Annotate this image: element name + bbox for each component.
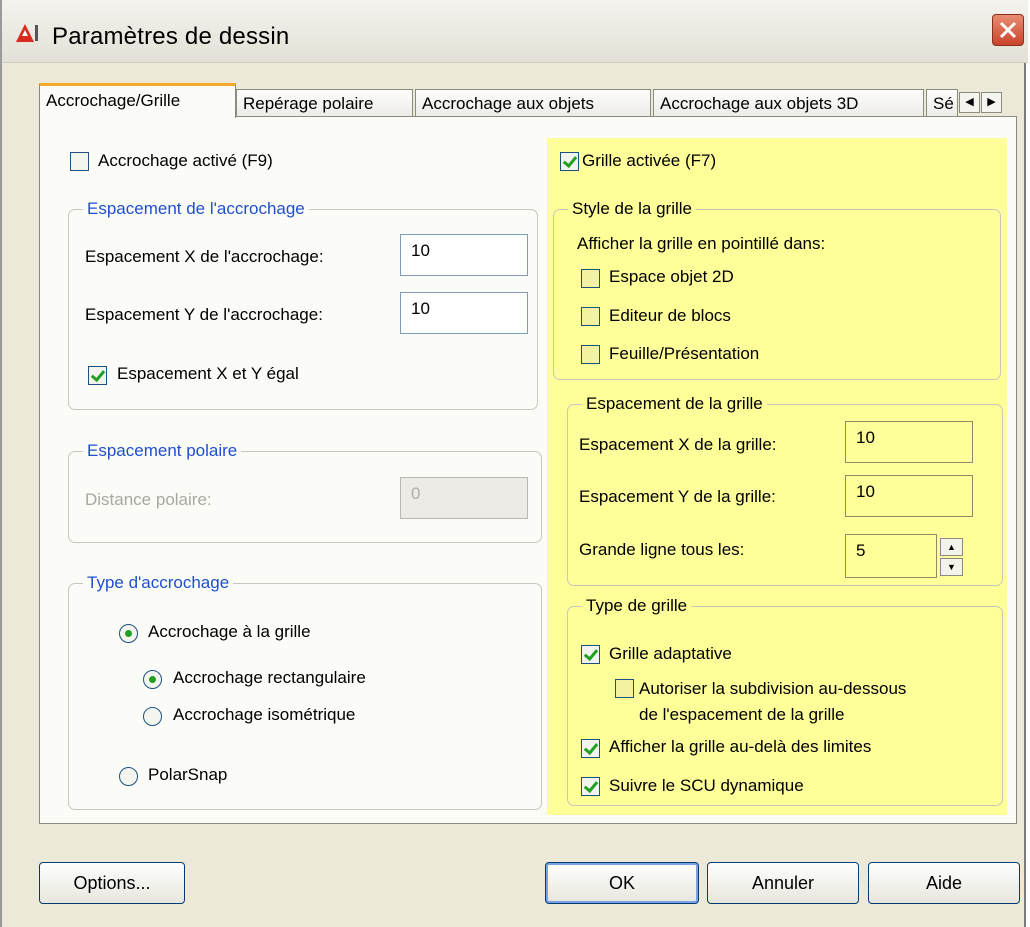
follow-dynamic-ucs-label: Suivre le SCU dynamique <box>609 776 804 795</box>
arrow-right-icon: ▶ <box>987 96 996 108</box>
tab-3d-object-snap[interactable]: Accrochage aux objets 3D <box>653 89 924 117</box>
isometric-snap-radio[interactable] <box>143 707 162 726</box>
ok-button[interactable]: OK <box>545 862 699 904</box>
major-line-label: Grande ligne tous les: <box>579 540 745 559</box>
allow-subdivision-label-line2: de l'espacement de la grille <box>639 705 845 724</box>
cancel-button[interactable]: Annuler <box>707 862 859 904</box>
allow-subdivision-label-line1: Autoriser la subdivision au-dessous <box>639 679 907 698</box>
polarsnap-radio[interactable] <box>119 767 138 786</box>
tab-snap-grid[interactable]: Accrochage/Grille <box>39 83 236 118</box>
grid-x-spacing-input[interactable]: 10 <box>845 421 973 463</box>
title-bar: Paramètres de dessin <box>2 0 1028 63</box>
dotted-2d-model-space-label: Espace objet 2D <box>609 267 734 286</box>
equal-xy-spacing-checkbox[interactable] <box>88 366 107 385</box>
follow-dynamic-ucs-checkbox[interactable] <box>581 777 600 796</box>
grid-type-group-title: Type de grille <box>582 596 692 616</box>
grid-enabled-label: Grille activée (F7) <box>582 151 717 170</box>
rectangular-snap-radio[interactable] <box>143 670 162 689</box>
arrow-left-icon: ◀ <box>965 96 974 108</box>
tab-scroll-left-button[interactable]: ◀ <box>959 92 980 113</box>
dotted-block-editor-checkbox[interactable] <box>581 307 600 326</box>
grid-style-caption: Afficher la grille en pointillé dans: <box>577 234 826 253</box>
display-beyond-limits-label: Afficher la grille au-delà des limites <box>609 737 872 756</box>
adaptive-grid-checkbox[interactable] <box>581 645 600 664</box>
rectangular-snap-label: Accrochage rectangulaire <box>173 668 366 687</box>
window-title: Paramètres de dessin <box>52 23 290 50</box>
close-button[interactable] <box>992 14 1024 46</box>
major-line-spinner[interactable]: ▲ ▼ <box>940 538 963 576</box>
polar-distance-label: Distance polaire: <box>85 490 212 509</box>
tab-polar-tracking[interactable]: Repérage polaire <box>236 89 413 117</box>
snap-x-label: Espacement X de l'accrochage: <box>85 247 324 266</box>
grid-spacing-group-title: Espacement de la grille <box>582 394 767 414</box>
equal-xy-spacing-label: Espacement X et Y égal <box>117 364 299 383</box>
isometric-snap-label: Accrochage isométrique <box>173 705 356 724</box>
snap-y-label: Espacement Y de l'accrochage: <box>85 305 323 324</box>
spin-up-icon[interactable]: ▲ <box>940 538 963 556</box>
options-button[interactable]: Options... <box>39 862 185 904</box>
polar-distance-input[interactable]: 0 <box>400 477 528 519</box>
help-button[interactable]: Aide <box>868 862 1020 904</box>
adaptive-grid-label: Grille adaptative <box>609 644 732 663</box>
grid-y-label: Espacement Y de la grille: <box>579 487 776 506</box>
snap-enabled-checkbox[interactable] <box>70 152 89 171</box>
snap-x-spacing-input[interactable]: 10 <box>400 234 528 276</box>
grid-style-group-title: Style de la grille <box>568 199 697 219</box>
polarsnap-label: PolarSnap <box>148 765 228 784</box>
spin-down-icon[interactable]: ▼ <box>940 558 963 576</box>
snap-spacing-group-title: Espacement de l'accrochage <box>83 199 309 219</box>
close-icon <box>999 21 1017 39</box>
dotted-sheet-layout-label: Feuille/Présentation <box>609 344 760 363</box>
snap-type-group-title: Type d'accrochage <box>83 573 234 593</box>
dotted-sheet-layout-checkbox[interactable] <box>581 345 600 364</box>
snap-enabled-label: Accrochage activé (F9) <box>98 151 273 170</box>
major-line-input[interactable]: 5 <box>845 534 937 578</box>
grid-y-spacing-input[interactable]: 10 <box>845 475 973 517</box>
tab-object-snap[interactable]: Accrochage aux objets <box>415 89 651 117</box>
grid-snap-label: Accrochage à la grille <box>148 622 311 641</box>
dotted-block-editor-label: Editeur de blocs <box>609 306 731 325</box>
allow-subdivision-checkbox[interactable] <box>615 679 634 698</box>
drawing-settings-dialog: Paramètres de dessin Accrochage/Grille R… <box>0 0 1028 927</box>
autocad-app-icon <box>16 24 38 42</box>
snap-y-spacing-input[interactable]: 10 <box>400 292 528 334</box>
tab-scroll-right-button[interactable]: ▶ <box>981 92 1002 113</box>
display-beyond-limits-checkbox[interactable] <box>581 739 600 758</box>
polar-spacing-group-title: Espacement polaire <box>83 441 242 461</box>
grid-enabled-checkbox[interactable] <box>560 152 579 171</box>
grid-x-label: Espacement X de la grille: <box>579 435 777 454</box>
tab-selection[interactable]: Sé <box>926 89 958 117</box>
dotted-2d-model-space-checkbox[interactable] <box>581 269 600 288</box>
snap-type-group: Type d'accrochage <box>68 573 542 810</box>
grid-snap-radio[interactable] <box>119 624 138 643</box>
